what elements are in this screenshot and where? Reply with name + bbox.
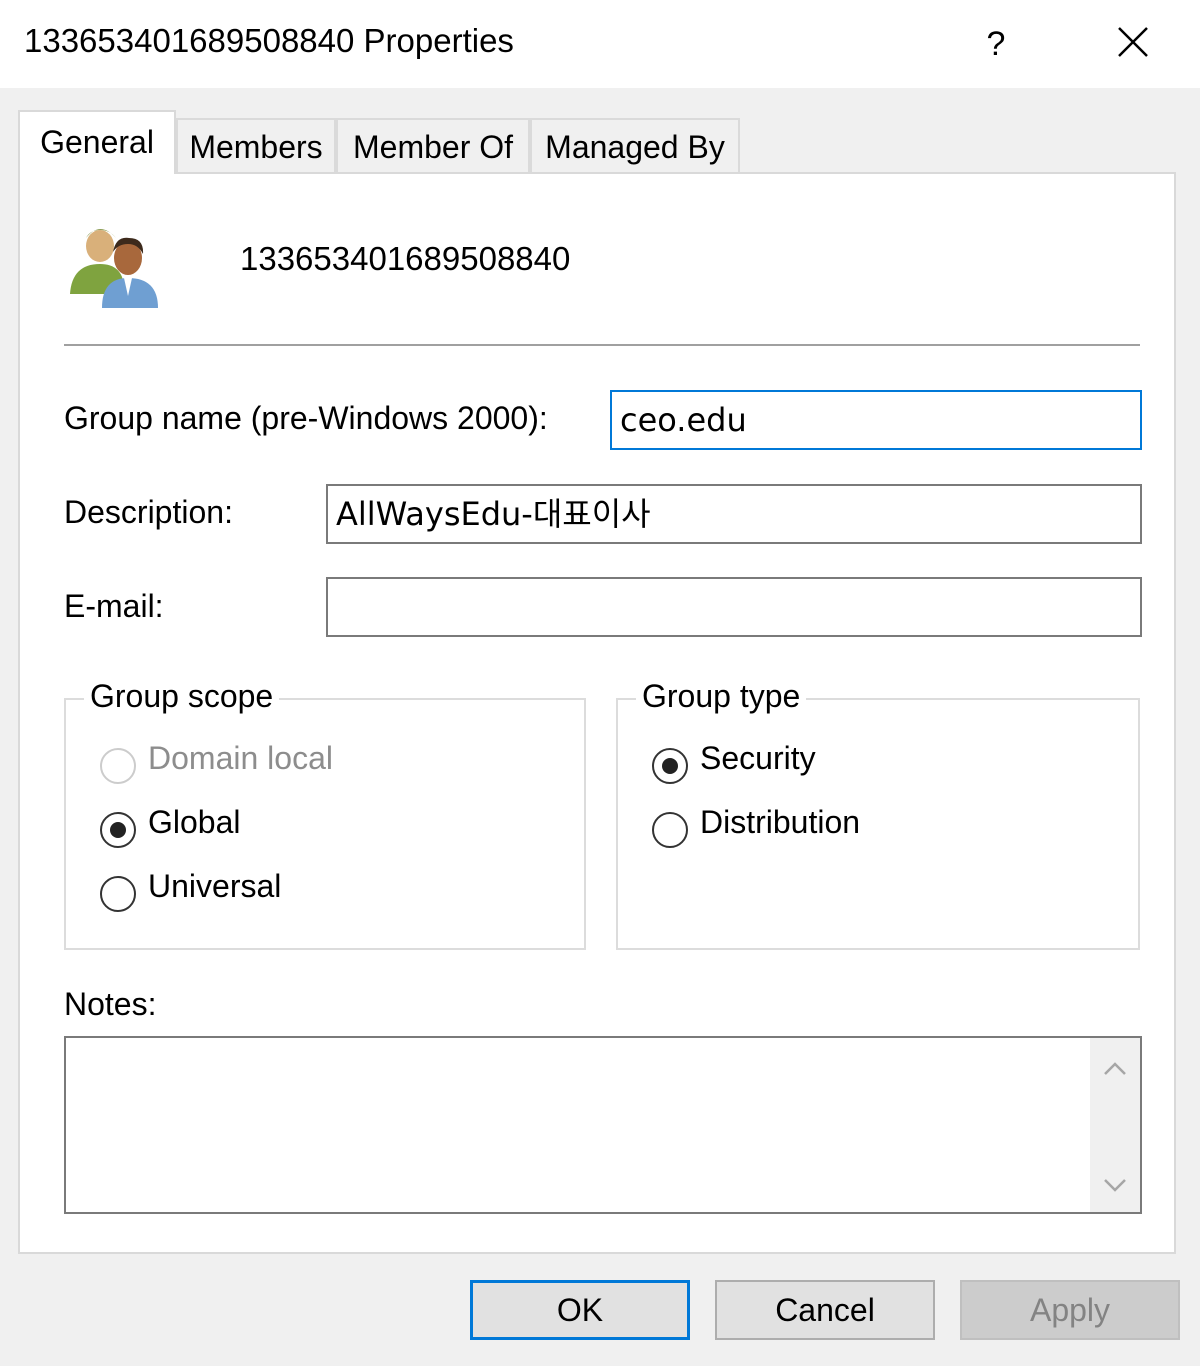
tab-members[interactable]: Members bbox=[176, 118, 336, 172]
tab-general[interactable]: General bbox=[18, 110, 176, 174]
radio-button bbox=[100, 748, 136, 784]
group-scope-title: Group scope bbox=[84, 678, 280, 715]
group-name-input[interactable]: ceo.edu bbox=[610, 390, 1142, 450]
apply-button[interactable]: Apply bbox=[960, 1280, 1180, 1340]
close-button[interactable] bbox=[1100, 14, 1164, 74]
tab-member-of[interactable]: Member Of bbox=[336, 118, 530, 172]
radio-label: Distribution bbox=[700, 804, 861, 840]
cancel-button[interactable]: Cancel bbox=[715, 1280, 935, 1340]
group-type-groupbox: Group type Security Distribution bbox=[616, 678, 1140, 950]
radio-label: Security bbox=[700, 740, 816, 776]
notes-scrollbar[interactable] bbox=[1090, 1038, 1140, 1212]
email-label: E-mail: bbox=[64, 588, 164, 624]
radio-label: Universal bbox=[148, 868, 282, 904]
title-bar: 133653401689508840 Properties ? bbox=[0, 0, 1200, 88]
radio-label: Domain local bbox=[148, 740, 333, 776]
radio-button bbox=[100, 812, 136, 848]
radio-label: Global bbox=[148, 804, 241, 840]
tab-managed-by[interactable]: Managed By bbox=[530, 118, 740, 172]
help-button[interactable]: ? bbox=[968, 14, 1024, 74]
notes-textarea[interactable] bbox=[64, 1036, 1142, 1214]
general-tab-panel: 133653401689508840 Group name (pre-Windo… bbox=[18, 172, 1176, 1254]
group-users-icon bbox=[66, 216, 166, 308]
radio-button bbox=[652, 748, 688, 784]
ok-button[interactable]: OK bbox=[470, 1280, 690, 1340]
radio-button bbox=[100, 876, 136, 912]
group-scope-groupbox: Group scope Domain local Global Universa… bbox=[64, 678, 586, 950]
close-icon bbox=[1118, 27, 1148, 57]
window-title: 133653401689508840 Properties bbox=[24, 22, 514, 59]
separator bbox=[64, 344, 1140, 346]
description-input[interactable]: AllWaysEdu-대표이사 bbox=[326, 484, 1142, 544]
group-name-label: Group name (pre-Windows 2000): bbox=[64, 400, 548, 436]
object-name: 133653401689508840 bbox=[240, 240, 571, 277]
group-type-title: Group type bbox=[636, 678, 807, 715]
notes-label: Notes: bbox=[64, 986, 157, 1022]
radio-button bbox=[652, 812, 688, 848]
scroll-up-icon[interactable] bbox=[1101, 1056, 1129, 1084]
email-input[interactable] bbox=[326, 577, 1142, 637]
description-label: Description: bbox=[64, 494, 233, 530]
scroll-down-icon[interactable] bbox=[1101, 1170, 1129, 1198]
